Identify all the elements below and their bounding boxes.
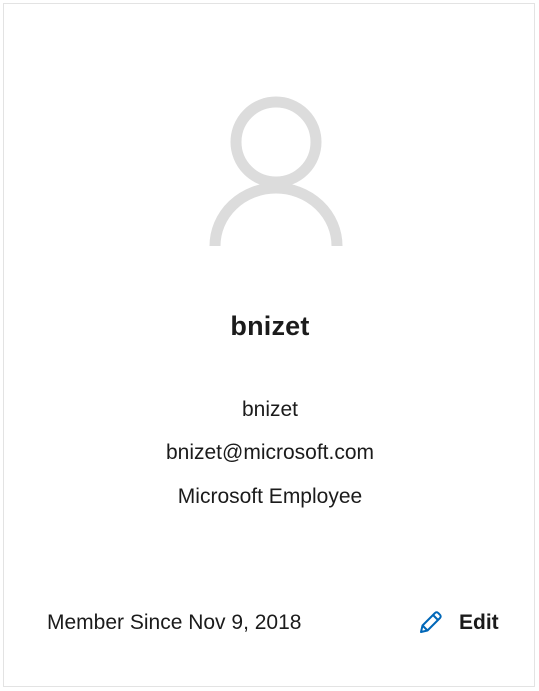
person-silhouette-icon [209,96,343,248]
profile-role: Microsoft Employee [177,485,363,508]
avatar [209,96,343,248]
pencil-icon [415,608,445,638]
profile-email: bnizet@microsoft.com [165,441,375,464]
profile-username: bnizet [241,398,299,421]
profile-display-name: bnizet [230,311,310,341]
member-since-text: Member Since Nov 9, 2018 [47,611,302,634]
edit-label: Edit [459,611,499,634]
profile-card: bnizet bnizet bnizet@microsoft.com Micro… [3,3,535,687]
edit-profile-button[interactable]: Edit [415,605,499,641]
